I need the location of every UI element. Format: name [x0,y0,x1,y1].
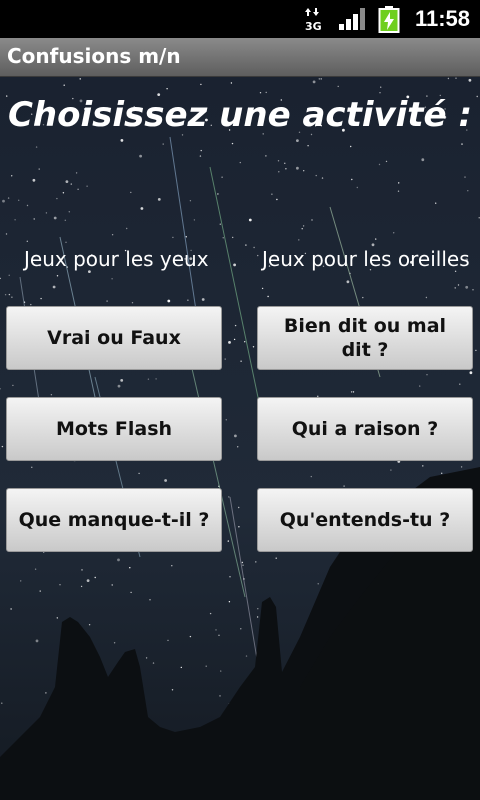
whats-missing-button[interactable]: Que manque-t-il ? [6,488,222,552]
signal-strength-icon [338,6,366,36]
battery-charging-icon [378,6,400,38]
status-bar: 3G 11:58 [0,0,480,38]
app-title-bar: Confusions m/n [0,38,480,77]
ears-games-label: Jeux pour les oreilles [262,247,470,271]
page-heading: Choisissez une activité : [7,95,473,135]
who-is-right-button[interactable]: Qui a raison ? [257,397,473,461]
true-or-false-button[interactable]: Vrai ou Faux [6,306,222,370]
flash-words-button[interactable]: Mots Flash [6,397,222,461]
app-title: Confusions m/n [7,44,181,68]
network-3g-icon: 3G [304,6,322,36]
status-time: 11:58 [414,6,470,31]
main-content: Choisissez une activité : Jeux pour les … [0,77,480,800]
network-type-label: 3G [305,20,322,32]
said-well-or-badly-button[interactable]: Bien dit ou mal dit ? [257,306,473,370]
what-do-you-hear-button[interactable]: Qu'entends-tu ? [257,488,473,552]
eyes-games-label: Jeux pour les yeux [24,247,209,271]
